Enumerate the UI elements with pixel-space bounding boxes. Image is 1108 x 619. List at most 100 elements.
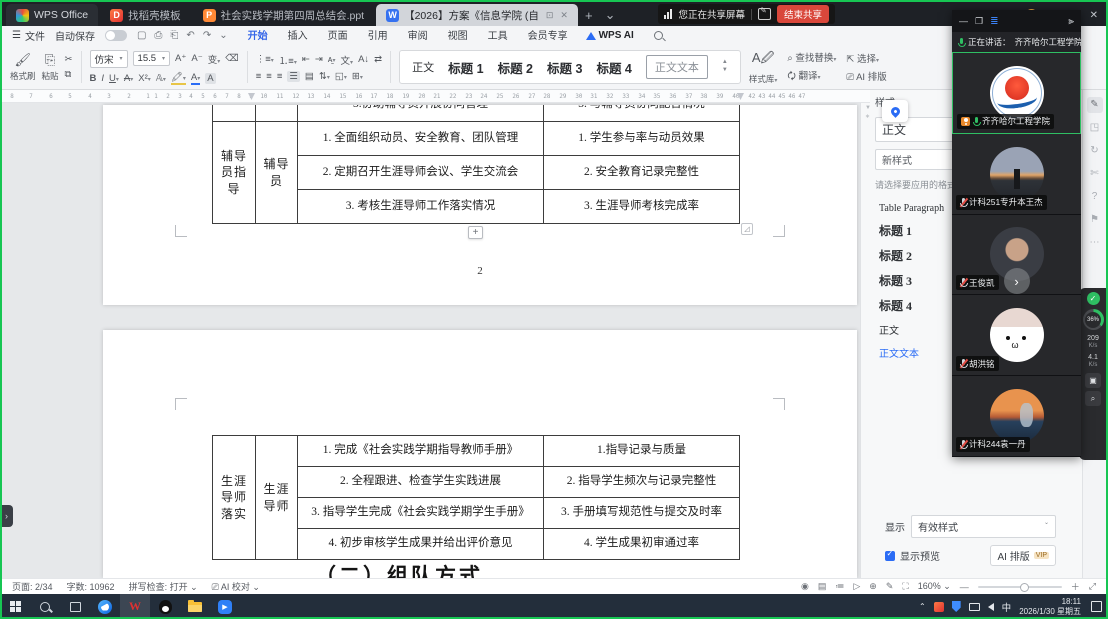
meeting-maximize-icon[interactable]: ❐ <box>975 16 983 27</box>
add-row-button[interactable]: + <box>468 226 483 239</box>
autosave-toggle[interactable] <box>105 30 127 41</box>
char-shading-icon[interactable]: A <box>205 73 215 84</box>
table-cell[interactable]: 3. 指导学生完成《社会实践学期学生手册》 <box>298 498 544 529</box>
highlight-color-icon[interactable]: 🖍▾ <box>171 72 186 85</box>
video-tile[interactable]: 计科244袁一丹 <box>952 376 1081 457</box>
clear-format-icon[interactable]: ⌫ <box>225 53 238 64</box>
video-tile-host[interactable]: 齐齐哈尔工程学院 <box>952 52 1081 134</box>
next-participants-button[interactable]: › <box>1004 268 1030 294</box>
wps-ai-button[interactable]: WPS AI <box>586 30 634 41</box>
screenshot-tool-icon[interactable]: ▣ <box>1085 373 1101 388</box>
search-tool-icon[interactable]: ⌕ <box>1085 391 1101 406</box>
tab-member[interactable]: 会员专享 <box>526 25 570 47</box>
align-left-icon[interactable]: ≡ <box>256 71 262 82</box>
tray-shield-icon[interactable] <box>952 601 961 612</box>
tray-expand-icon[interactable]: ⌃ <box>919 602 926 611</box>
phonetic-guide-icon[interactable]: 变▾ <box>208 52 221 66</box>
new-tab-button[interactable]: + <box>580 4 598 26</box>
tab-tools[interactable]: 工具 <box>486 25 510 47</box>
fullscreen-icon[interactable]: ⤢ <box>1089 581 1096 592</box>
underline-button[interactable]: U▾ <box>109 73 119 84</box>
web-view-icon[interactable]: ⊕ <box>869 581 877 592</box>
table-cell[interactable]: 3. 生涯导师考核完成率 <box>544 190 740 224</box>
explorer-taskbar-button[interactable] <box>180 594 210 619</box>
styles-scroll-arrows[interactable]: ▲▼ <box>722 59 728 75</box>
tab-docer-templates[interactable]: D 找稻壳模板 <box>100 4 191 26</box>
tab-wps-home[interactable]: WPS Office <box>6 4 98 26</box>
tab-list-caret[interactable]: ⌄ <box>600 4 621 26</box>
close-button[interactable]: ✕ <box>1090 11 1098 21</box>
document-page-2[interactable]: 3.协助辅导员开展协同管理 3. 与辅导员协同配合情况 辅导员指导 辅导员 1.… <box>103 105 857 305</box>
table-cell-group[interactable]: 生涯导师落实 <box>213 436 256 560</box>
show-preview-checkbox[interactable] <box>885 551 895 561</box>
more-tools-icon[interactable]: ⋯ <box>1087 235 1103 251</box>
pen-tool-icon[interactable]: ✎ <box>1087 97 1103 113</box>
meeting-minimize-icon[interactable]: — <box>959 16 968 26</box>
zoom-in-button[interactable]: ＋ <box>1071 580 1080 593</box>
tab-view[interactable]: 视图 <box>446 25 470 47</box>
tab-insert[interactable]: 插入 <box>286 25 310 47</box>
table-cell[interactable]: 2. 定期召开生涯导师会议、学生交流会 <box>298 156 544 190</box>
tab-presentation[interactable]: P 社会实践学期第四周总结会.ppt <box>193 4 375 26</box>
ai-proofread-button[interactable]: ⎚ AI 校对 ⌄ <box>212 580 260 593</box>
style-heading1[interactable]: 标题 1 <box>448 58 483 77</box>
taskbar-search-button[interactable] <box>30 594 60 619</box>
meeting-layout-icon[interactable]: ⫸ <box>1068 16 1074 27</box>
decrease-indent-icon[interactable]: ⇤ <box>302 54 310 65</box>
annotation-icon[interactable] <box>758 8 771 20</box>
tab-document-active[interactable]: W 【2026】方案《信息学院 (自 ⊡ ✕ <box>376 4 578 26</box>
ai-layout-pane-button[interactable]: AI 排版 VIP <box>990 545 1056 566</box>
video-tile[interactable]: 计科251专升本王杰 <box>952 134 1081 215</box>
tab-page[interactable]: 页面 <box>326 25 350 47</box>
format-painter-button[interactable]: 🖌 格式刷 <box>10 52 36 82</box>
zoom-slider[interactable] <box>978 586 1062 588</box>
tab-review[interactable]: 审阅 <box>406 25 430 47</box>
font-size-select[interactable]: 15.5▾ <box>133 51 171 66</box>
video-tile[interactable]: 胡洪铭 <box>952 295 1081 376</box>
document-area[interactable]: 3.协助辅导员开展协同管理 3. 与辅导员协同配合情况 辅导员指导 辅导员 1.… <box>2 103 860 578</box>
table-cell[interactable]: 1. 学生参与率与动员效果 <box>544 122 740 156</box>
notification-center-icon[interactable] <box>1091 601 1102 612</box>
location-pin-button[interactable] <box>882 100 908 122</box>
table-cell[interactable]: 1.指导记录与质量 <box>544 436 740 467</box>
italic-button[interactable]: I <box>101 73 104 84</box>
file-menu[interactable]: ☰ 文件 <box>12 28 45 43</box>
increase-font-icon[interactable]: A⁺ <box>175 53 186 64</box>
meeting-taskbar-button[interactable]: ▶ <box>210 594 240 619</box>
zoom-level[interactable]: 160% ⌄ <box>918 581 951 592</box>
table-cell[interactable]: 3. 手册填写规范性与提交及时率 <box>544 498 740 529</box>
table-cell[interactable]: 3.协助辅导员开展协同管理 <box>298 105 544 122</box>
increase-indent-icon[interactable]: ⇥ <box>315 54 323 65</box>
end-share-button[interactable]: 结束共享 <box>777 5 829 23</box>
align-justify-icon[interactable]: ☰ <box>287 71 300 82</box>
text-direction-icon[interactable]: ᴀ̱▾ <box>328 54 336 65</box>
play-view-icon[interactable]: ▷ <box>853 581 860 592</box>
document-page-3[interactable]: 生涯导师落实 生涯导师 1. 完成《社会实践学期指导教师手册》 1.指导记录与质… <box>103 330 857 578</box>
borders-icon[interactable]: ⊞▾ <box>352 71 363 82</box>
ime-indicator[interactable]: 中 <box>1002 600 1012 614</box>
print-icon[interactable]: ⎙ <box>154 30 162 41</box>
quark-browser-button[interactable] <box>90 594 120 619</box>
style-heading2[interactable]: 标题 2 <box>498 58 533 77</box>
qq-taskbar-button[interactable] <box>150 594 180 619</box>
page-indicator[interactable]: 页面: 2/34 <box>12 580 53 593</box>
collapsed-panel-handle[interactable]: › <box>0 505 13 527</box>
line-spacing-icon[interactable]: ⇅▾ <box>319 71 330 82</box>
style-bodytext-selected[interactable]: 正文文本 <box>646 55 708 79</box>
bullet-list-icon[interactable]: ⋮≡▾ <box>256 54 274 65</box>
table-cell[interactable]: 1. 全面组织动员、安全教育、团队管理 <box>298 122 544 156</box>
horizontal-ruler[interactable]: 87654321 1234567891011121314151617181920… <box>2 90 870 103</box>
word-count[interactable]: 字数: 10962 <box>67 580 115 593</box>
tab-home[interactable]: 开始 <box>246 25 270 47</box>
task-view-button[interactable] <box>60 594 90 619</box>
page-view-icon[interactable]: ▤ <box>818 581 827 592</box>
number-list-icon[interactable]: ⒈≡▾ <box>279 53 297 67</box>
table-cell[interactable]: 2. 指导学生频次与记录完整性 <box>544 467 740 498</box>
zoom-out-button[interactable]: — <box>960 582 969 592</box>
history-tool-icon[interactable]: ↻ <box>1087 143 1103 159</box>
table-cell[interactable]: 2. 全程跟进、检查学生实践进展 <box>298 467 544 498</box>
save-icon[interactable]: ▢ <box>137 30 146 41</box>
clock[interactable]: 18:11 2026/1/30 星期五 <box>1019 597 1081 617</box>
clip-tool-icon[interactable]: ✄ <box>1087 166 1103 182</box>
strikethrough-button[interactable]: A▾ <box>124 73 133 84</box>
